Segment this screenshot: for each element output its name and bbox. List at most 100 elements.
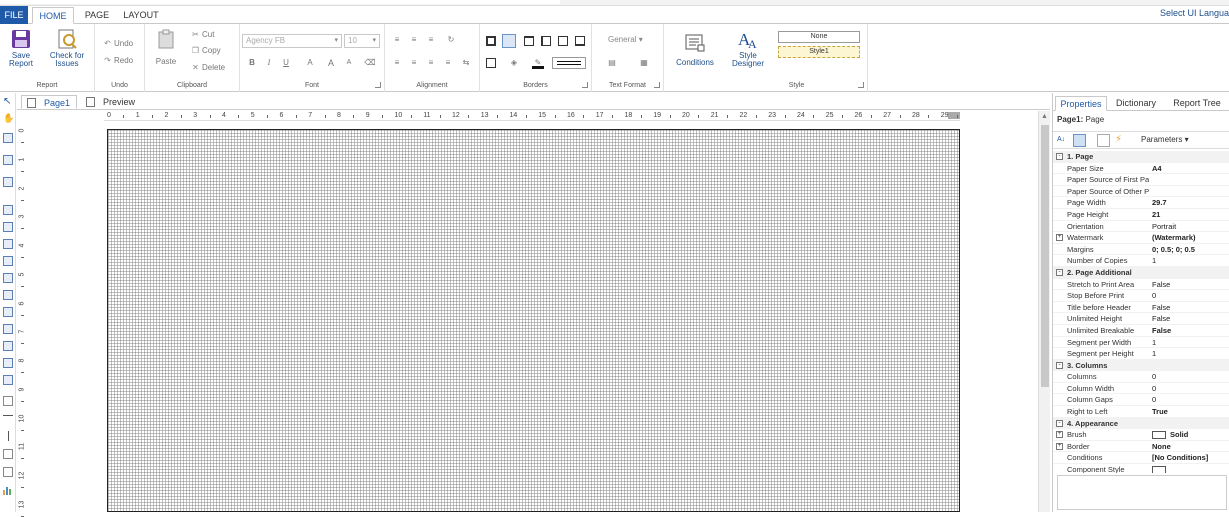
- collapse-icon[interactable]: -: [1056, 268, 1063, 276]
- tab-home[interactable]: HOME: [32, 7, 74, 24]
- property-value[interactable]: 0; 0.5; 0; 0.5: [1152, 244, 1195, 255]
- redo-button[interactable]: ↷ Redo: [103, 55, 133, 67]
- property-value[interactable]: 1: [1152, 348, 1156, 359]
- panel-icon[interactable]: [3, 177, 13, 187]
- border-settings-icon[interactable]: [486, 58, 496, 68]
- format-select[interactable]: General ▾: [608, 34, 643, 46]
- bottom-border-icon[interactable]: [575, 36, 585, 46]
- rectangle-icon[interactable]: [3, 396, 13, 406]
- vertical-scrollbar[interactable]: ▲: [1038, 111, 1050, 512]
- tab-page1[interactable]: Page1: [21, 95, 77, 109]
- align-right-icon[interactable]: ≡: [425, 57, 437, 69]
- sub-report-icon[interactable]: [3, 307, 13, 317]
- property-value[interactable]: False: [1152, 279, 1170, 290]
- italic-button[interactable]: I: [263, 57, 275, 69]
- property-value[interactable]: (Watermark): [1152, 232, 1195, 243]
- property-grid-icon[interactable]: [1097, 134, 1110, 147]
- file-tab[interactable]: FILE: [0, 6, 28, 24]
- rotate-text-icon[interactable]: ↻: [445, 34, 457, 46]
- paste-button[interactable]: Paste: [151, 28, 181, 66]
- sort-alpha-icon[interactable]: A↓: [1057, 134, 1070, 147]
- borders-dialog-launcher[interactable]: [582, 82, 588, 88]
- parameters-dropdown[interactable]: Parameters ▾: [1141, 135, 1189, 144]
- zip-code-icon[interactable]: [3, 358, 13, 368]
- font-size-select[interactable]: 10 ▾: [344, 34, 380, 48]
- property-row[interactable]: Component Style: [1053, 464, 1229, 473]
- property-value[interactable]: False: [1152, 325, 1171, 336]
- property-row[interactable]: + Border None: [1053, 441, 1229, 453]
- property-row[interactable]: Unlimited Breakable False: [1053, 325, 1229, 337]
- property-row[interactable]: Segment per Height 1: [1053, 348, 1229, 360]
- all-borders-icon[interactable]: [486, 36, 496, 46]
- style-designer-button[interactable]: AA Style Designer: [726, 28, 770, 68]
- scroll-up-icon[interactable]: ▲: [1041, 113, 1048, 120]
- property-value[interactable]: 0: [1152, 394, 1156, 405]
- horizontal-line-icon[interactable]: [3, 415, 13, 416]
- expand-icon[interactable]: +: [1056, 442, 1063, 450]
- format-icon[interactable]: ▤: [606, 57, 618, 69]
- property-value[interactable]: False: [1152, 302, 1170, 313]
- property-value[interactable]: 21: [1152, 209, 1160, 220]
- property-category[interactable]: -3. Columns: [1053, 359, 1229, 372]
- cross-tab-icon[interactable]: [3, 375, 13, 385]
- align-bottom-icon[interactable]: ≡: [425, 34, 437, 46]
- font-dialog-launcher[interactable]: [375, 82, 381, 88]
- align-top-icon[interactable]: ≡: [391, 34, 403, 46]
- collapse-icon[interactable]: -: [1056, 361, 1063, 369]
- rounded-rectangle-icon[interactable]: [3, 449, 13, 459]
- property-value[interactable]: Portrait: [1152, 221, 1176, 232]
- property-row[interactable]: Number of Copies 1: [1053, 255, 1229, 267]
- container-icon[interactable]: [3, 467, 13, 477]
- property-row[interactable]: Right to Left True: [1053, 406, 1229, 418]
- cross-band-icon[interactable]: [3, 155, 13, 165]
- style-none-item[interactable]: None: [778, 31, 860, 43]
- delete-button[interactable]: ✕ Delete: [191, 62, 225, 74]
- band-icon[interactable]: [3, 133, 13, 143]
- ui-language-select[interactable]: Select UI Langua: [1160, 8, 1229, 18]
- underline-button[interactable]: U: [280, 57, 292, 69]
- copy-button[interactable]: ❐ Copy: [191, 45, 221, 57]
- no-border-icon[interactable]: [502, 34, 516, 48]
- bold-button[interactable]: B: [246, 57, 258, 69]
- tab-report-tree[interactable]: Report Tree: [1166, 96, 1228, 111]
- property-row[interactable]: Conditions [No Conditions]: [1053, 452, 1229, 465]
- table-icon[interactable]: [3, 324, 13, 334]
- tab-preview[interactable]: Preview: [81, 95, 141, 109]
- property-value[interactable]: [1152, 464, 1170, 473]
- property-category[interactable]: -4. Appearance: [1053, 417, 1229, 430]
- top-border-icon[interactable]: [524, 36, 534, 46]
- image-icon[interactable]: [3, 256, 13, 266]
- property-row[interactable]: Paper Source of Other Pages: [1053, 186, 1229, 198]
- property-value[interactable]: Solid: [1152, 429, 1188, 440]
- style-style1-item[interactable]: Style1: [778, 46, 860, 58]
- text-format-dialog-launcher[interactable]: [654, 82, 660, 88]
- tab-properties[interactable]: Properties: [1055, 96, 1107, 111]
- font-color-button[interactable]: A: [304, 57, 316, 69]
- collapse-icon[interactable]: -: [1056, 419, 1063, 427]
- property-value[interactable]: 1: [1152, 255, 1156, 266]
- property-value[interactable]: 29.7: [1152, 197, 1167, 208]
- property-row[interactable]: Stop Before Print 0: [1053, 290, 1229, 302]
- property-row[interactable]: + Watermark (Watermark): [1053, 232, 1229, 244]
- shrink-font-button[interactable]: A: [343, 57, 355, 69]
- save-report-button[interactable]: Save Report: [4, 28, 38, 68]
- align-middle-icon[interactable]: ≡: [408, 34, 420, 46]
- property-value[interactable]: 0: [1152, 371, 1156, 382]
- border-color-icon[interactable]: ✎: [532, 57, 544, 69]
- check-box-icon[interactable]: [3, 341, 13, 351]
- property-row[interactable]: Stretch to Print Area False: [1053, 279, 1229, 291]
- page-canvas[interactable]: [107, 129, 960, 512]
- text-icon[interactable]: [3, 205, 13, 215]
- select-pointer-icon[interactable]: ↖: [3, 97, 13, 107]
- property-category[interactable]: -2. Page Additional: [1053, 266, 1229, 279]
- check-issues-button[interactable]: Check for Issues: [44, 28, 90, 68]
- property-value[interactable]: 1: [1152, 337, 1156, 348]
- right-border-icon[interactable]: [558, 36, 568, 46]
- property-row[interactable]: Paper Source of First Page: [1053, 174, 1229, 186]
- property-value[interactable]: A4: [1152, 163, 1162, 174]
- property-row[interactable]: Column Width 0: [1053, 383, 1229, 395]
- scrollbar-thumb[interactable]: [1041, 125, 1049, 387]
- property-value[interactable]: 0: [1152, 290, 1156, 301]
- format-edit-icon[interactable]: ▦: [638, 57, 650, 69]
- events-icon[interactable]: ⚡: [1115, 134, 1128, 147]
